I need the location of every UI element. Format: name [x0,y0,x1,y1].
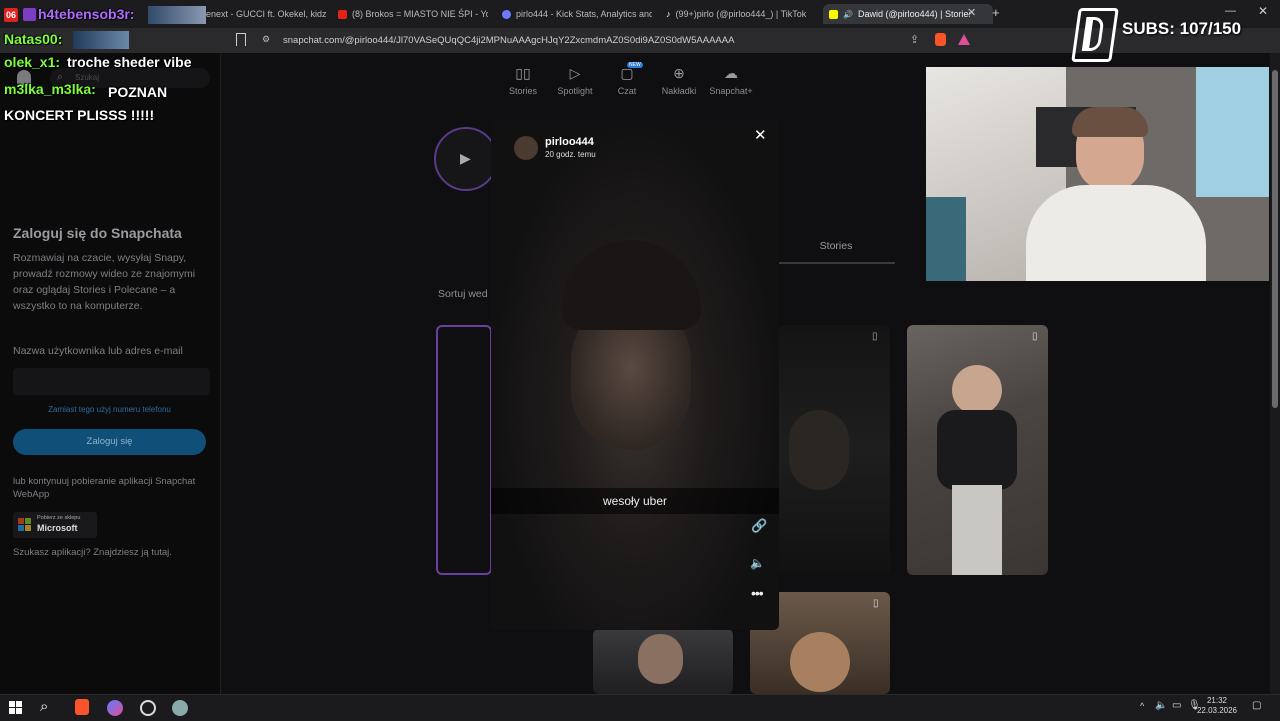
tray-chevron-icon[interactable]: ^ [1140,701,1144,711]
profile-avatar[interactable]: ▶ [434,127,498,191]
new-badge: NEW [627,62,643,68]
microsoft-store-badge[interactable]: Pobierz ze sklepu Microsoft [13,512,97,538]
youtube-icon [338,9,347,19]
login-title: Zaloguj się do Snapchata [13,225,182,241]
brave-rewards-icon[interactable] [958,34,970,45]
tiktok-icon: ♪ [666,9,671,19]
story-thumbnail[interactable]: ▯ [907,325,1048,575]
tab-kick-stats[interactable]: pirlo444 - Kick Stats, Analytics and C [502,4,652,24]
window-close-icon[interactable]: ✕ [1258,4,1268,18]
face-image [952,365,1002,415]
nav-stories[interactable]: ▯▯ Stories [495,64,551,96]
volume-icon[interactable]: 🔈 [750,556,765,570]
username-label: Nazwa użytkownika lub adres e-mail [13,345,183,357]
new-tab-button[interactable]: + [992,5,1000,20]
story-caption: wesoły uber [491,488,779,514]
chat-badge: 06 [4,8,18,22]
multi-snap-icon: ▯ [1032,331,1038,342]
multi-snap-icon: ▯ [872,331,878,342]
story-thumbnail[interactable]: ▯ [779,325,890,575]
nav-snapchat-plus[interactable]: ☁ Snapchat+ [703,64,759,96]
multi-snap-icon: ▯ [873,598,879,609]
volume-icon[interactable]: 🔈 [1155,700,1167,711]
brave-browser-icon[interactable] [75,699,89,715]
more-options-icon[interactable]: ••• [751,585,764,601]
play-icon: ▷ [569,65,581,81]
snapchat-icon [829,9,838,19]
link-icon[interactable]: 🔗 [751,518,767,534]
chat-message: troche sheder vibe [67,54,192,70]
app-icon[interactable] [172,700,188,716]
poster-image [1196,67,1269,197]
tab-stories[interactable]: Stories [778,240,894,252]
story-thumbnail[interactable] [436,325,492,575]
username-field[interactable] [13,368,210,395]
tab-tiktok[interactable]: ♪ (99+)pirlo (@pirloo444_) | TikTok [666,4,816,24]
monitor-image [926,197,966,281]
clock-time: 21:32 [1206,696,1228,705]
chat-emote-image [73,31,129,49]
use-phone-link[interactable]: Zamiast tego użyj numeru telefonu [13,405,206,414]
clock-date: 22.03.2026 [1196,706,1238,715]
network-icon[interactable]: ▭ [1172,700,1181,711]
minimize-icon[interactable]: — [1225,5,1236,17]
face-image [638,634,683,684]
brave-shields-icon[interactable] [935,33,946,46]
sub-badge-icon [23,8,36,21]
pants-image [952,485,1002,575]
windows-start-icon[interactable] [9,701,22,714]
sort-label[interactable]: Sortuj wed [438,288,488,300]
stories-icon: ▯▯ [515,65,531,81]
url-field[interactable]: snapchat.com/@pirloo444/Jl70VASeQUqQC4ji… [283,33,923,48]
nav-lenses[interactable]: ⊕ Nakładki [651,64,707,96]
continue-text: lub kontynuuj pobieranie aplikacji Snapc… [13,476,196,500]
app-icon[interactable] [107,700,123,716]
nav-spotlight[interactable]: ▷ Spotlight [547,64,603,96]
tab-underline [778,262,895,264]
face-image [790,632,850,692]
taskbar-clock[interactable]: 21:32 22.03.2026 [1195,696,1239,716]
subs-counter: SUBS: 107/150 [1122,19,1242,38]
hair-image [1072,107,1148,137]
login-description: Rozmawiaj na czacie, wysyłaj Snapy, prow… [13,252,196,312]
notifications-icon[interactable]: ▢ [1252,700,1261,711]
speaker-icon: 🔊 [843,9,853,19]
microsoft-logo-icon [18,518,32,532]
jacket-image [937,410,1017,490]
story-viewer[interactable] [491,120,779,630]
scrollbar-thumb[interactable] [1272,70,1278,408]
app-icon[interactable] [140,700,156,716]
chat-message: POZNAN KONCERT PLISSS !!!!! [4,84,168,123]
tab-youtube[interactable]: (8) Brokos = MIASTO NIE ŚPI - YouTu [338,4,488,24]
webcam-feed [926,67,1269,281]
login-button[interactable]: Zaloguj się [13,429,206,455]
story-user-avatar[interactable] [514,136,538,160]
lens-icon: ⊕ [673,65,685,81]
story-thumbnail[interactable] [593,629,733,694]
face-image [789,410,849,490]
story-timestamp: 20 godz. temu [545,150,596,159]
tab-gucci[interactable]: enext - GUCCI ft. Okekel, kidzlo [206,4,326,24]
ghost-plus-icon: ☁ [724,65,738,81]
shirt-image [1026,185,1206,281]
channel-logo-icon [1071,8,1119,62]
bookmark-icon[interactable] [236,33,246,46]
ms-badge-small-text: Pobierz ze sklepu [37,515,81,521]
globe-icon [502,9,511,19]
chat-emote-image [148,6,206,24]
help-text[interactable]: Szukasz aplikacji? Znajdziesz ją tutaj. [13,547,172,558]
taskbar: ⌕ ^ 🔈 ▭ 🎙 ▢ [0,694,1280,721]
nav-chat[interactable]: ▢ Czat NEW [599,62,655,96]
story-username[interactable]: pirloo444 [545,136,594,148]
play-icon: ▶ [460,150,471,166]
ms-badge-text: Microsoft [37,523,78,533]
close-tab-icon[interactable]: ✕ [967,6,976,19]
chat-username: olek_x1: [4,54,61,70]
close-icon[interactable]: ✕ [754,126,767,144]
search-icon[interactable]: ⌕ [40,698,48,715]
chat-username: h4tebensob3r: [38,6,135,22]
site-info-icon[interactable]: ⚙ [262,34,270,45]
chat-username: Natas00: [4,31,63,47]
